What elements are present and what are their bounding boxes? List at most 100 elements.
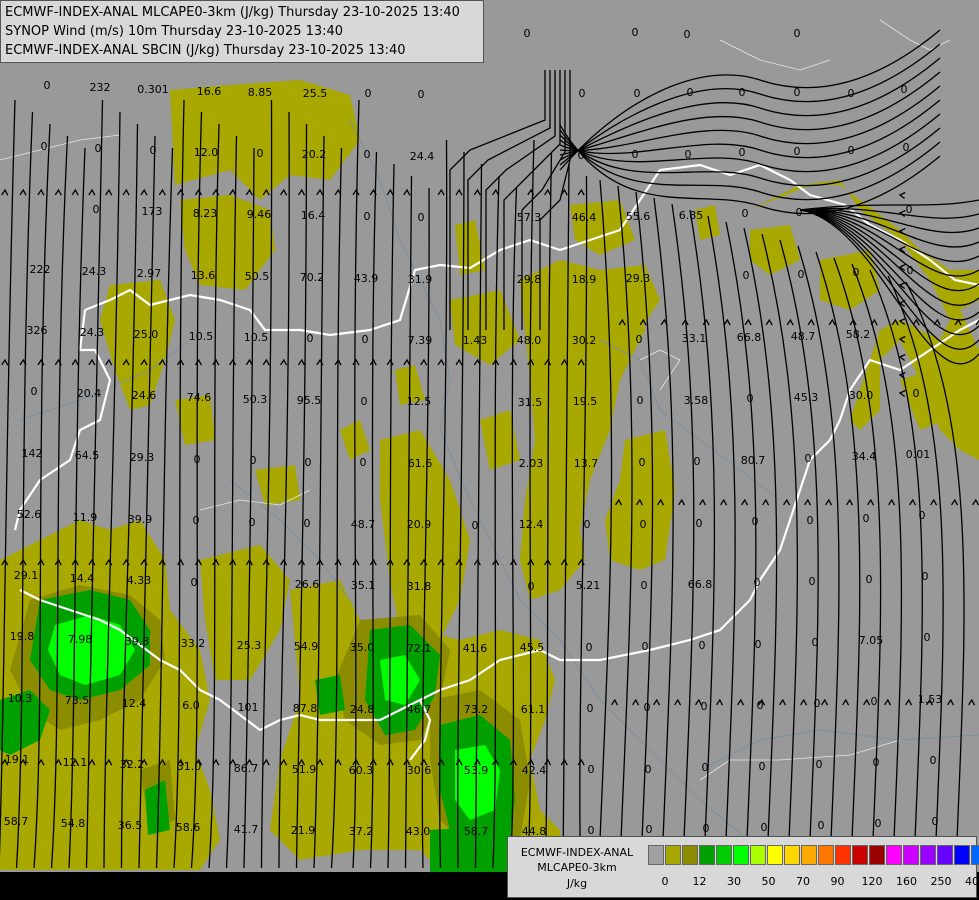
field-value: 34.4 (852, 450, 877, 463)
field-value: 80.7 (741, 454, 766, 467)
legend-tick-label: 0 (661, 875, 669, 888)
field-value: 0 (798, 268, 805, 281)
field-value: 26.6 (295, 578, 320, 591)
field-value: 87.8 (293, 702, 318, 715)
legend-tick-label: 50 (761, 875, 776, 888)
field-value: 32.2 (120, 758, 145, 771)
field-value: 0 (871, 695, 878, 708)
field-value: 0 (754, 576, 761, 589)
legend-tick-label: 160 (896, 875, 917, 888)
field-value: 0 (632, 26, 639, 39)
field-value: 61.6 (408, 457, 433, 470)
field-value: 0 (365, 87, 372, 100)
field-value: 0 (150, 144, 157, 157)
field-value: 73.5 (65, 694, 90, 707)
field-value: 36.5 (118, 819, 143, 832)
title-synop-wind: SYNOP Wind (m/s) 10m Thursday 23-10-2025… (5, 24, 344, 39)
field-value: 0 (418, 88, 425, 101)
field-value: 0 (747, 392, 754, 405)
field-value: 0 (524, 27, 531, 40)
field-value: 0 (755, 638, 762, 651)
field-value: 58.7 (4, 815, 29, 828)
field-value: 2.03 (519, 457, 544, 470)
field-value: 0 (362, 333, 369, 346)
field-value: 0 (194, 453, 201, 466)
field-value: 72.1 (407, 642, 432, 655)
legend-swatch (733, 845, 749, 865)
field-value: 0 (639, 456, 646, 469)
field-value: 0 (739, 146, 746, 159)
field-value: 0 (816, 758, 823, 771)
field-value: 64.5 (75, 449, 100, 462)
field-value: 0 (794, 86, 801, 99)
field-value: 30.6 (407, 764, 432, 777)
field-value: 0 (814, 697, 821, 710)
legend-swatch (682, 845, 698, 865)
field-value: 0 (588, 763, 595, 776)
field-value: 0 (922, 570, 929, 583)
field-value: 7.98 (68, 633, 93, 646)
field-value: 0 (249, 516, 256, 529)
field-value: 0 (818, 819, 825, 832)
field-value: 24.3 (80, 326, 105, 339)
field-value: 45.5 (520, 641, 545, 654)
field-value: 0 (903, 141, 910, 154)
field-value: 11.9 (73, 511, 98, 524)
field-value: 8.85 (248, 86, 273, 99)
map-canvas: 0 0 0 0 232 0.301 16.6 8.85 25.5 0 0 0 0 0 0 0 0 0 0 0 0 0 12.… (0, 0, 979, 900)
field-value: 0 (761, 821, 768, 834)
field-value: 0 (587, 702, 594, 715)
field-value: 0 (31, 385, 38, 398)
field-value: 0 (41, 140, 48, 153)
field-value: 20.4 (77, 387, 102, 400)
field-value: 0 (701, 700, 708, 713)
field-value: 0 (930, 754, 937, 767)
field-value: 0 (685, 148, 692, 161)
field-value: 46.7 (407, 703, 432, 716)
field-value: 74.6 (187, 391, 212, 404)
field-value: 50.3 (243, 393, 268, 406)
field-value: 20.2 (302, 148, 327, 161)
field-value: 0 (641, 579, 648, 592)
field-value: 0 (809, 575, 816, 588)
field-value: 12.4 (122, 697, 147, 710)
field-value: 0 (875, 817, 882, 830)
field-value: 0 (579, 87, 586, 100)
field-value: 10.5 (244, 331, 269, 344)
field-value: 0 (250, 454, 257, 467)
field-value: 30.2 (572, 334, 597, 347)
field-value: 0 (364, 210, 371, 223)
field-value: 13.6 (191, 269, 216, 282)
legend-swatch (937, 845, 953, 865)
legend-swatch (784, 845, 800, 865)
field-value: 0 (805, 452, 812, 465)
field-value: 0 (848, 144, 855, 157)
field-value: 1.43 (463, 334, 488, 347)
legend-swatch (818, 845, 834, 865)
field-value: 6.0 (182, 699, 200, 712)
field-value: 25.5 (303, 87, 328, 100)
field-value: 16.4 (301, 209, 326, 222)
legend-tick-label: 120 (861, 875, 883, 888)
field-value: 8.23 (193, 207, 218, 220)
legend-tick-label: 30 (727, 875, 741, 888)
field-value: 29.3 (626, 272, 651, 285)
field-value: 0 (757, 699, 764, 712)
field-value: 0 (95, 142, 102, 155)
field-value: 48.7 (791, 330, 816, 343)
field-value: 0 (913, 387, 920, 400)
field-value: 41.7 (234, 823, 259, 836)
field-value: 0 (364, 148, 371, 161)
field-value: 25.3 (237, 639, 262, 652)
color-legend: ECMWF-INDEX-ANAL MLCAPE0-3km J/kg 0 12 30 5… (507, 836, 979, 898)
field-value: 0 (644, 701, 651, 714)
field-value: 57.3 (517, 211, 542, 224)
field-value: 6.85 (679, 209, 704, 222)
field-value: 14.4 (70, 572, 95, 585)
field-value: 43.9 (354, 272, 379, 285)
field-value: 0 (472, 519, 479, 532)
legend-unit: J/kg (566, 877, 588, 890)
field-value: 29.8 (517, 273, 542, 286)
legend-tick-label: 400 (965, 875, 979, 888)
title-mlcape: ECMWF-INDEX-ANAL MLCAPE0-3km (J/kg) Thur… (5, 5, 460, 20)
